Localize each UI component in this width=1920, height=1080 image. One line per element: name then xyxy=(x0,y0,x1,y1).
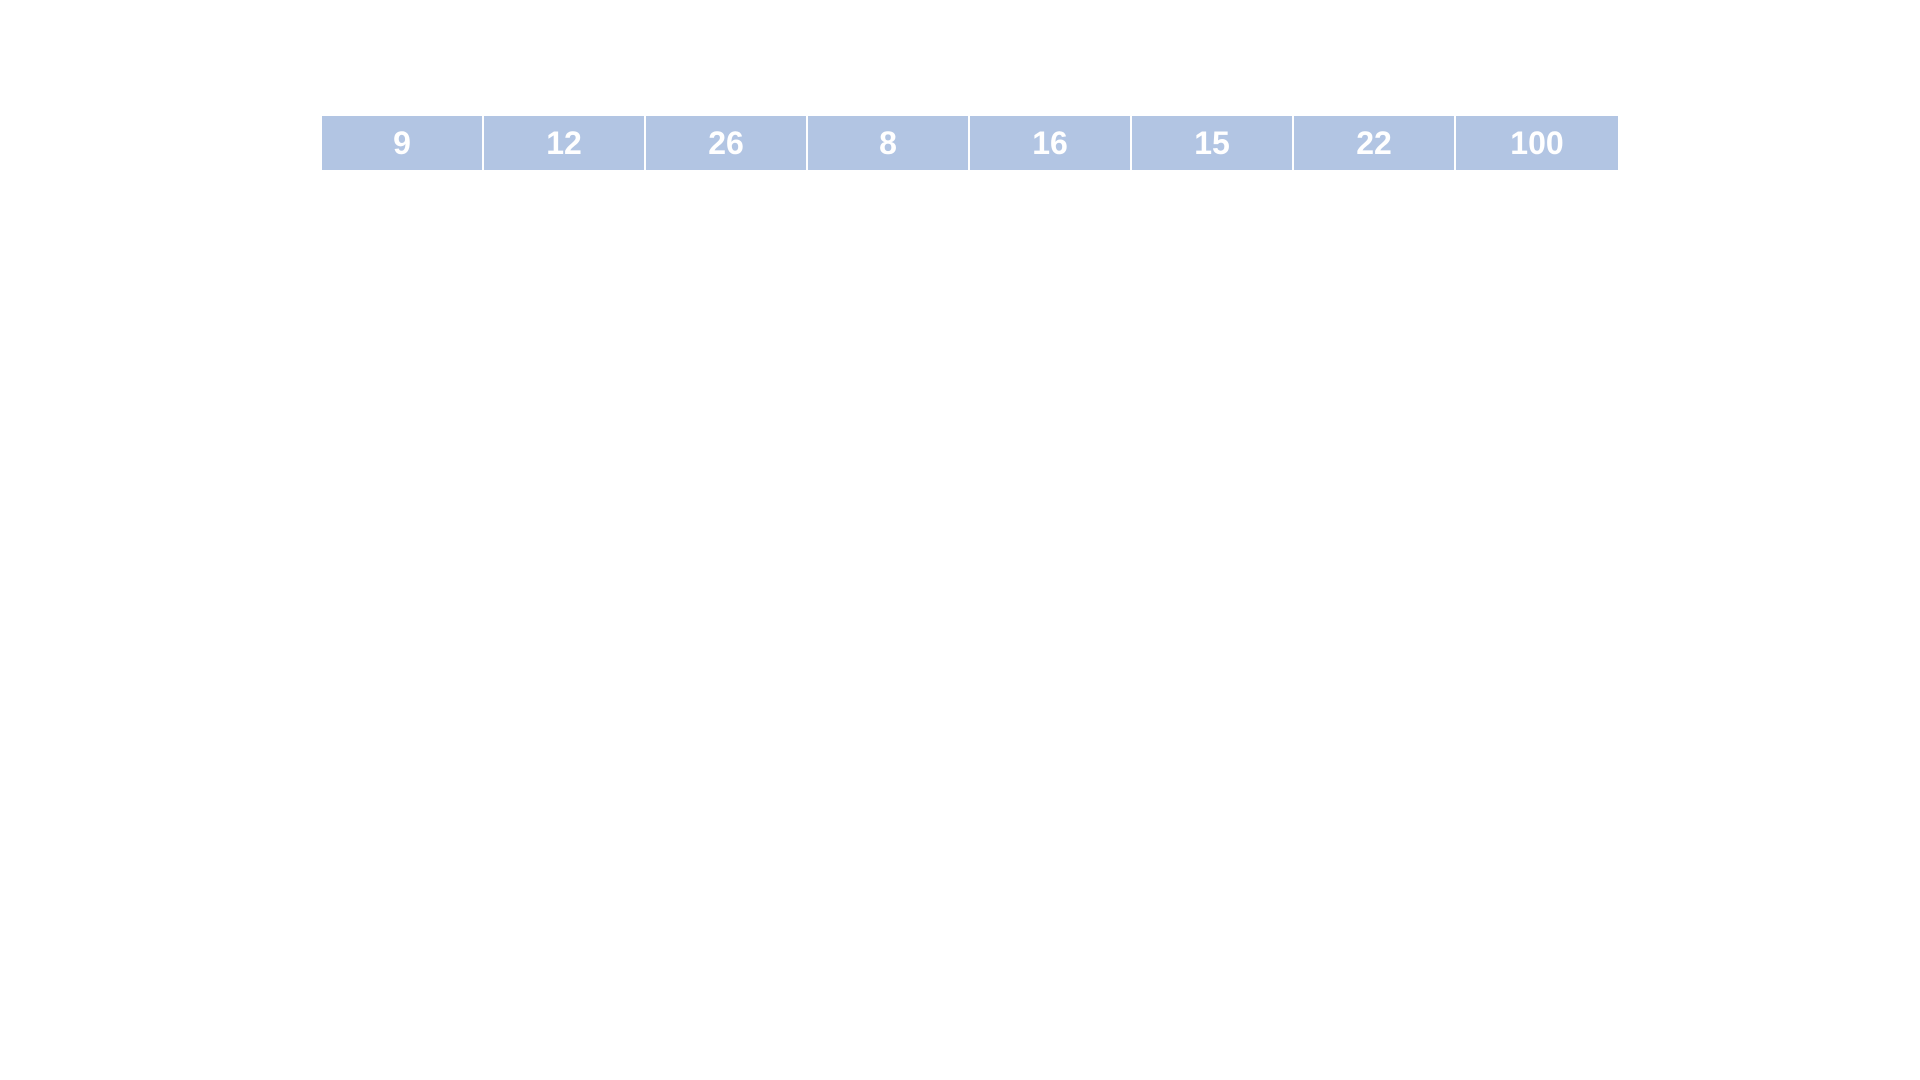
cell: 22 xyxy=(1294,116,1456,170)
cell-value: 26 xyxy=(708,125,744,162)
cell: 26 xyxy=(646,116,808,170)
cell: 8 xyxy=(808,116,970,170)
cell: 9 xyxy=(322,116,484,170)
number-row: 9 12 26 8 16 15 22 100 xyxy=(322,116,1618,170)
cell: 16 xyxy=(970,116,1132,170)
cell-value: 9 xyxy=(393,125,411,162)
cell-value: 16 xyxy=(1032,125,1068,162)
cell-value: 8 xyxy=(879,125,897,162)
cell: 12 xyxy=(484,116,646,170)
cell-value: 22 xyxy=(1356,125,1392,162)
cell-value: 12 xyxy=(546,125,582,162)
cell-value: 100 xyxy=(1510,125,1563,162)
cell: 15 xyxy=(1132,116,1294,170)
cell: 100 xyxy=(1456,116,1618,170)
cell-value: 15 xyxy=(1194,125,1230,162)
